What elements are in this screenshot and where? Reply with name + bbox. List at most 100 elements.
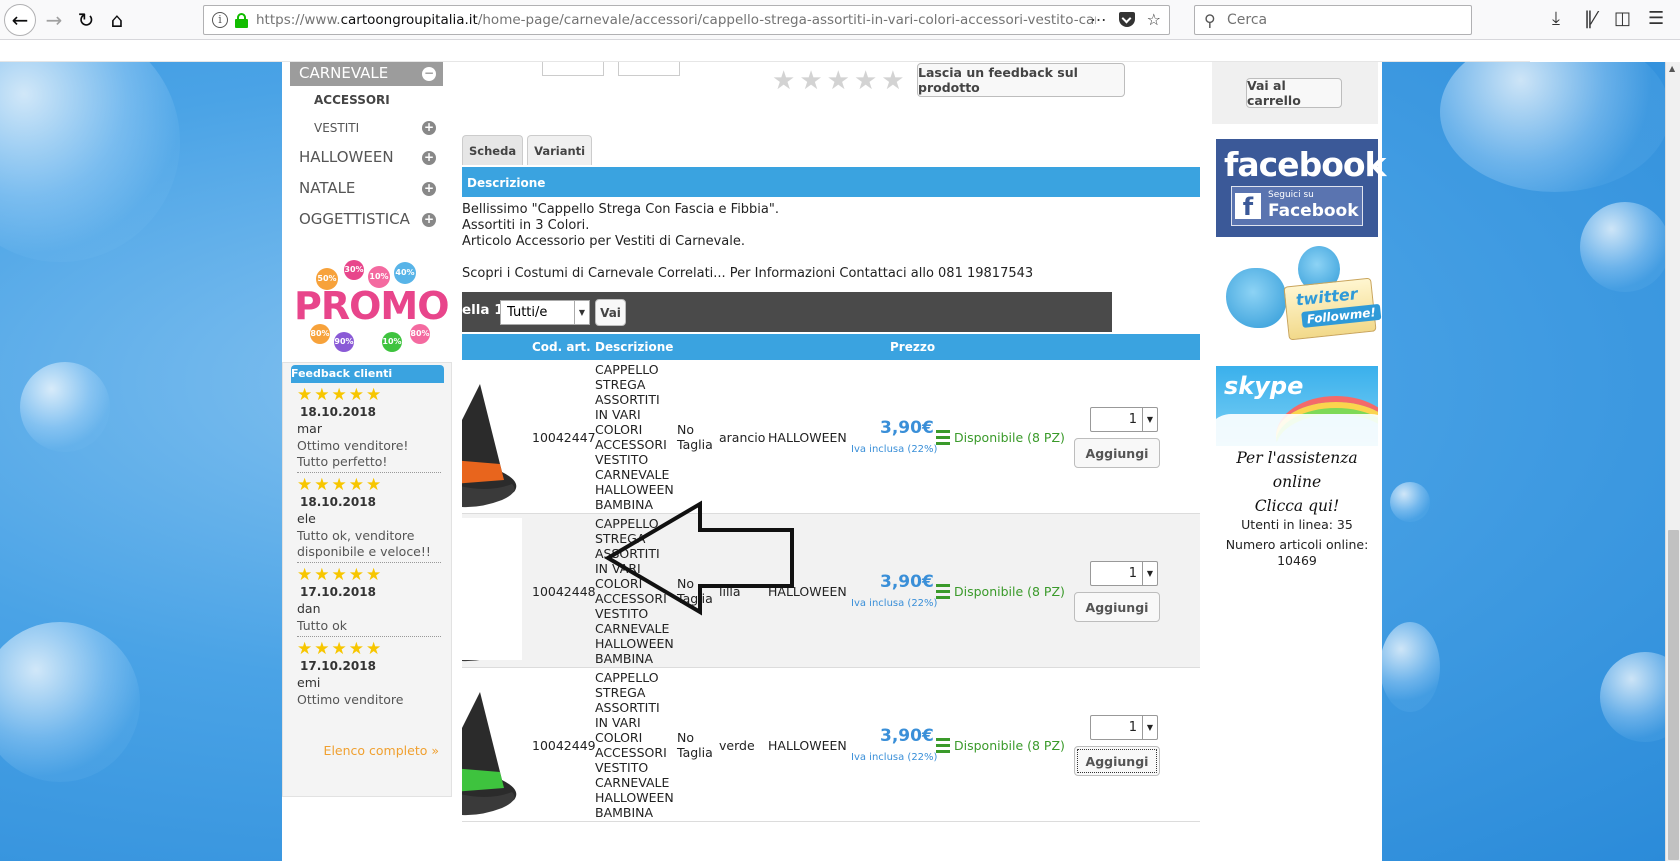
reload-icon[interactable]: ↻	[70, 4, 102, 36]
users-online: Utenti in linea: 35	[1241, 517, 1353, 532]
forward-icon[interactable]: →	[38, 4, 70, 36]
bookmark-icon[interactable]: ☆	[1147, 10, 1161, 29]
chevron-down-icon[interactable]: ▼	[1142, 716, 1157, 739]
promo-badge: 30%	[344, 260, 364, 280]
product-thumbnail[interactable]	[618, 62, 680, 76]
description-header: Descrizione	[462, 169, 1200, 197]
feedback-full-list-link[interactable]: Elenco completo »	[324, 743, 439, 758]
add-to-cart-button[interactable]: Aggiungi	[1074, 746, 1160, 776]
scrollbar-thumb[interactable]	[1668, 530, 1679, 860]
vat-note: Iva inclusa (22%)	[851, 444, 938, 455]
customer-feedback-box: Feedback clienti ★ ★ ★ ★ ★ 18.10.2018 mar Ot…	[282, 362, 452, 797]
chevron-down-icon[interactable]: ▼	[574, 301, 589, 324]
url-text[interactable]: https://www.cartoongroupitalia.it/home-p…	[256, 12, 1096, 28]
star-icon[interactable]: ★	[854, 68, 877, 94]
feedback-date: 17.10.2018	[300, 659, 376, 673]
availability: Disponibile (8 PZ)	[936, 584, 1065, 599]
sidebar-icon[interactable]: ◫	[1614, 8, 1631, 29]
tab-scheda[interactable]: Scheda	[462, 135, 524, 165]
more-icon[interactable]: ⋯	[1091, 10, 1107, 29]
star-icon: ★	[297, 639, 313, 659]
search-bar[interactable]: ⚲ Cerca	[1194, 5, 1472, 35]
star-icon[interactable]: ★	[772, 68, 795, 94]
feedback-user: emi	[297, 675, 321, 690]
skype-banner[interactable]: skype	[1216, 366, 1378, 446]
description-line: Assortiti in 3 Colori.	[462, 218, 590, 233]
facebook-follow-box: f Seguici su Facebook	[1231, 186, 1363, 226]
star-icon: ★	[314, 385, 330, 405]
library-icon[interactable]: ‖⁄	[1584, 8, 1596, 29]
page-container: CARNEVALE − ACCESSORI VESTITI + HALLOWEE…	[282, 62, 1386, 861]
home-icon[interactable]: ⌂	[101, 4, 133, 36]
online-assistance-link[interactable]: Per l'assistenza online Clicca qui!	[1216, 446, 1378, 518]
expand-icon[interactable]: +	[422, 150, 436, 165]
expand-icon[interactable]: +	[422, 212, 436, 227]
star-icon: ★	[331, 385, 347, 405]
feedback-text: Tutto ok, venditore disponibile e veloce…	[297, 528, 431, 559]
page-scrollbar[interactable]: ▲	[1665, 62, 1680, 861]
product-image[interactable]	[462, 360, 522, 514]
go-to-cart-button[interactable]: Vai al carrello	[1246, 78, 1342, 108]
bubble-decoration	[1440, 62, 1665, 192]
quantity-value: 1	[1128, 412, 1137, 427]
star-icon[interactable]: ★	[881, 68, 904, 94]
expand-icon[interactable]: +	[422, 121, 436, 135]
info-icon[interactable]: i	[212, 12, 228, 28]
promo-banner[interactable]: 50% 30% 10% 40% 80% 90% 10% 80% PROMO	[286, 254, 450, 354]
star-icon: ★	[366, 565, 382, 585]
product-rating[interactable]: ★ ★ ★ ★ ★	[772, 68, 905, 94]
pocket-icon[interactable]	[1118, 12, 1135, 27]
menu-item-natale[interactable]: NATALE +	[290, 173, 443, 204]
star-icon: ★	[297, 385, 313, 405]
star-icon: ★	[348, 385, 364, 405]
star-icon: ★	[297, 475, 313, 495]
promo-badge: 90%	[334, 332, 354, 352]
availability: Disponibile (8 PZ)	[936, 430, 1065, 445]
quantity-select[interactable]: 1 ▼	[1090, 561, 1158, 586]
product-image[interactable]	[462, 668, 522, 822]
menu-item-oggettistica[interactable]: OGGETTISTICA +	[290, 204, 443, 235]
bubble-decoration	[1580, 202, 1665, 292]
star-icon: ★	[348, 565, 364, 585]
rating-stars: ★ ★ ★ ★ ★	[297, 387, 441, 404]
collapse-icon[interactable]: −	[422, 67, 436, 81]
feedback-text: Ottimo venditore	[297, 692, 404, 707]
star-icon[interactable]: ★	[799, 68, 822, 94]
expand-icon[interactable]: +	[422, 181, 436, 196]
tab-varianti[interactable]: Varianti	[527, 135, 593, 165]
menu-item-vestiti[interactable]: VESTITI +	[290, 114, 443, 142]
add-to-cart-button[interactable]: Aggiungi	[1074, 592, 1160, 622]
menu-item-label: OGGETTISTICA	[299, 210, 410, 228]
download-icon[interactable]: ⤓	[1552, 8, 1560, 29]
site-stats: Utenti in linea: 35 Numero articoli onli…	[1216, 517, 1378, 569]
assist-line: Per l'assistenza online	[1236, 449, 1358, 491]
menu-item-accessori[interactable]: ACCESSORI	[290, 86, 443, 114]
chevron-down-icon[interactable]: ▼	[1142, 408, 1157, 431]
star-icon[interactable]: ★	[827, 68, 850, 94]
stock-icon	[936, 430, 950, 445]
twitter-banner[interactable]: twitter Followme!	[1216, 246, 1382, 346]
menu-item-halloween[interactable]: HALLOWEEN +	[290, 142, 443, 173]
menu-item-label: ACCESSORI	[314, 93, 390, 107]
star-icon: ★	[297, 565, 313, 585]
description-line: Scopri i Costumi di Carnevale Correlati.…	[462, 266, 1034, 281]
go-button[interactable]: Vai	[595, 299, 626, 326]
menu-item-carnevale[interactable]: CARNEVALE −	[290, 62, 443, 86]
feedback-title: Feedback clienti	[291, 365, 444, 383]
add-to-cart-button[interactable]: Aggiungi	[1074, 438, 1160, 468]
back-icon[interactable]: ←	[4, 4, 36, 36]
scroll-up-icon[interactable]: ▲	[1669, 64, 1675, 73]
bookmarks-strip	[0, 40, 1530, 62]
leave-feedback-button[interactable]: Lascia un feedback sul prodotto	[917, 63, 1125, 97]
quantity-select[interactable]: 1 ▼	[1090, 407, 1158, 432]
product-image[interactable]	[462, 514, 522, 668]
facebook-banner[interactable]: facebook f Seguici su Facebook	[1216, 139, 1386, 237]
facebook-follow-sub: Seguici su	[1268, 190, 1314, 200]
product-thumbnail[interactable]	[542, 62, 604, 76]
quantity-select[interactable]: 1 ▼	[1090, 715, 1158, 740]
menu-icon[interactable]: ☰	[1648, 8, 1664, 29]
chevron-down-icon[interactable]: ▼	[1142, 562, 1157, 585]
description-line: Articolo Accessorio per Vestiti di Carne…	[462, 234, 745, 249]
feedback-user: ele	[297, 511, 316, 526]
address-bar[interactable]: i https://www.cartoongroupitalia.it/home…	[203, 5, 1170, 35]
